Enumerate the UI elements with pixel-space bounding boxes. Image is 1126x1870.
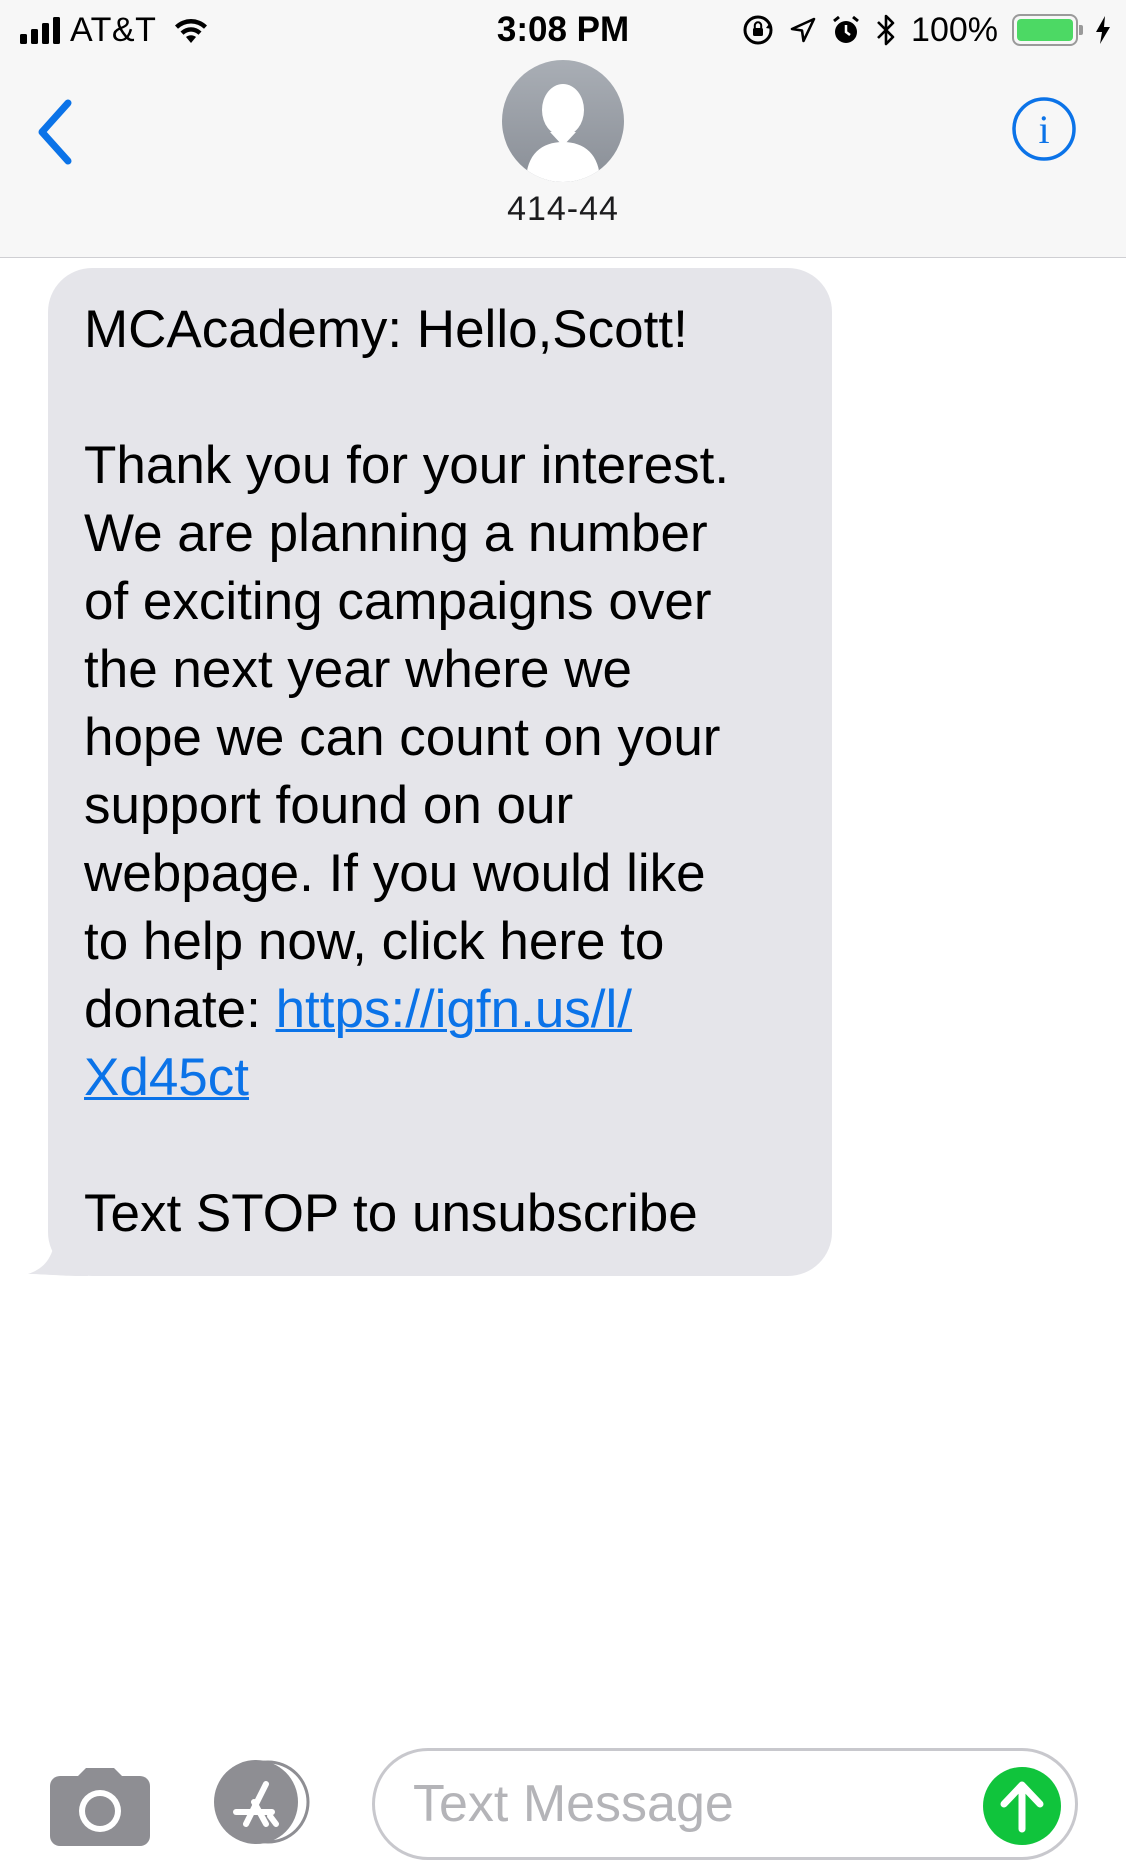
person-silhouette-icon	[526, 84, 600, 182]
arrow-up-icon	[1000, 1781, 1044, 1833]
message-body-line: support found on our	[84, 776, 574, 835]
message-body-line: of exciting campaigns over	[84, 572, 712, 631]
message-body-line: We are planning a number	[84, 504, 708, 563]
status-right: 100%	[741, 10, 1112, 50]
donate-prefix: donate:	[84, 980, 276, 1039]
info-button[interactable]: i	[1010, 95, 1078, 163]
back-button[interactable]	[30, 92, 80, 172]
svg-text:i: i	[1038, 107, 1049, 152]
battery-level-fill	[1017, 19, 1073, 41]
app-store-button[interactable]	[210, 1756, 320, 1848]
battery-icon	[1012, 14, 1083, 46]
battery-percent: 100%	[911, 10, 998, 49]
message-body-line: webpage. If you would like	[84, 844, 706, 903]
location-icon	[789, 16, 817, 44]
alarm-icon	[831, 14, 861, 46]
donation-link-continued[interactable]: Xd45ct	[84, 1048, 249, 1107]
message-body-line: hope we can count on your	[84, 708, 721, 767]
contact-avatar[interactable]	[502, 60, 624, 182]
charging-icon	[1094, 15, 1112, 45]
bluetooth-icon	[875, 13, 897, 47]
camera-icon	[50, 1768, 150, 1846]
contact-name[interactable]: 414-44	[0, 190, 1126, 229]
message-body-line: Thank you for your interest.	[84, 436, 730, 495]
chevron-left-icon	[38, 99, 72, 165]
status-bar: AT&T 3:08 PM 100%	[0, 0, 1126, 60]
send-button[interactable]	[983, 1767, 1061, 1845]
camera-button[interactable]	[50, 1768, 150, 1848]
message-sender-line: MCAcademy: Hello,Scott!	[84, 300, 688, 359]
message-body-line: to help now, click here to	[84, 912, 665, 971]
header: AT&T 3:08 PM 100% 414-44 i	[0, 0, 1126, 258]
message-input[interactable]	[372, 1748, 1078, 1860]
incoming-message: MCAcademy: Hello,Scott! Thank you for yo…	[28, 268, 832, 1276]
donate-link-line: Xd45ct	[84, 1044, 802, 1112]
unsubscribe-text: Text STOP to unsubscribe	[84, 1184, 698, 1243]
rotation-lock-icon	[741, 13, 775, 47]
app-store-icon	[214, 1760, 310, 1844]
compose-bar	[0, 1738, 1126, 1870]
message-body-line: the next year where we	[84, 640, 632, 699]
message-thread[interactable]: MCAcademy: Hello,Scott! Thank you for yo…	[0, 258, 1126, 1738]
message-bubble[interactable]: MCAcademy: Hello,Scott! Thank you for yo…	[48, 268, 832, 1276]
donation-link[interactable]: https://igfn.us/l/	[276, 980, 632, 1039]
donate-line: donate: https://igfn.us/l/	[84, 976, 802, 1044]
info-icon: i	[1012, 97, 1076, 161]
